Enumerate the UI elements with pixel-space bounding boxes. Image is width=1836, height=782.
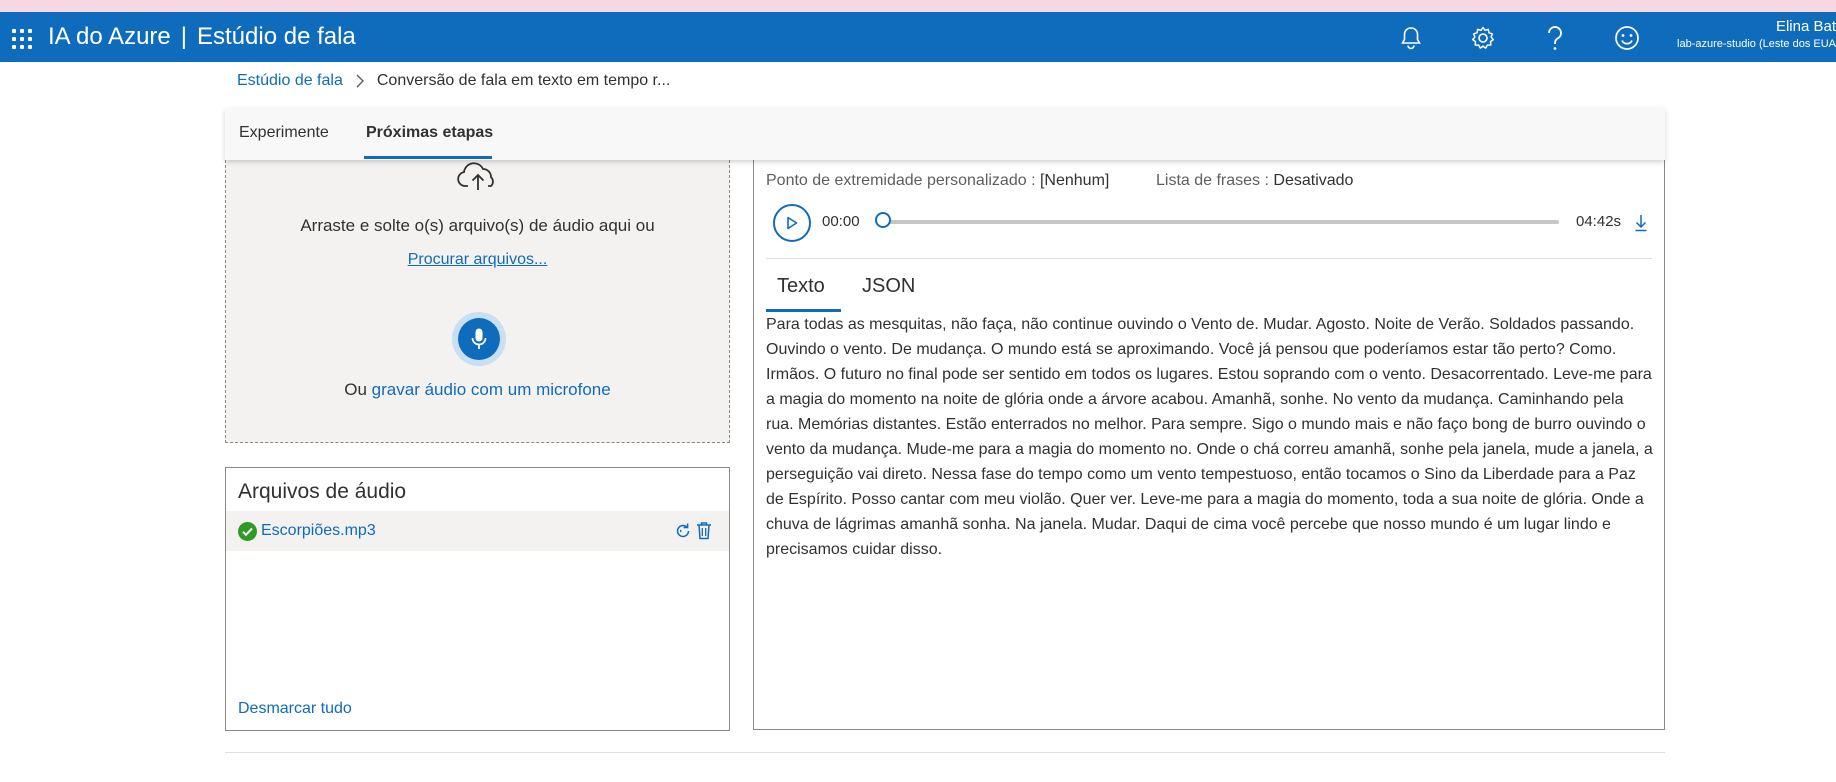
custom-endpoint-label: Ponto de extremidade personalizado : (766, 172, 1036, 189)
feedback-smiley-icon[interactable] (1612, 23, 1642, 53)
tab-proximas-etapas[interactable]: Próximas etapas (366, 124, 493, 142)
top-navigation-bar: IA do Azure | Estúdio de fala Elina Bat la… (0, 12, 1836, 62)
active-tab-indicator (364, 156, 492, 159)
divider (766, 258, 1652, 259)
user-name: Elina Bat (1775, 18, 1836, 35)
unselect-all-link[interactable]: Desmarcar tudo (238, 700, 352, 718)
cloud-upload-icon (456, 160, 500, 197)
audio-files-panel: Arquivos de áudio Escorpiões.mp3 Desmarc… (225, 467, 730, 731)
duration: 04:42s (1576, 213, 1622, 230)
brand-separator: | (180, 23, 187, 50)
transcript-text: Para todas as mesquitas, não faça, não c… (766, 316, 1653, 558)
current-time: 00:00 (822, 213, 860, 230)
reprocess-icon[interactable] (674, 522, 692, 540)
seek-thumb[interactable] (875, 212, 891, 228)
audio-drop-zone[interactable]: Arraste e solte o(s) arquivo(s) de áudio… (225, 150, 730, 443)
phrase-list-label: Lista de frases : (1156, 172, 1269, 189)
tab-json[interactable]: JSON (862, 275, 915, 298)
transcription-result-panel: Ponto de extremidade personalizado : [Ne… (753, 150, 1665, 730)
custom-endpoint-setting: Ponto de extremidade personalizado : [Ne… (766, 172, 1109, 190)
play-button[interactable] (773, 204, 811, 242)
record-audio-text: Ou gravar áudio com um microfone (226, 380, 729, 400)
success-check-icon (238, 522, 257, 541)
list-item[interactable]: Escorpiões.mp3 (226, 511, 729, 551)
download-icon[interactable] (1634, 214, 1648, 232)
breadcrumb: Estúdio de fala Conversão de fala em tex… (237, 72, 670, 90)
tab-texto[interactable]: Texto (777, 275, 825, 298)
record-audio-link[interactable]: gravar áudio com um microfone (372, 380, 611, 399)
gear-icon[interactable] (1468, 23, 1498, 53)
app-name: IA do Azure (48, 23, 171, 50)
record-prefix: Ou (344, 380, 372, 399)
custom-endpoint-value: [Nenhum] (1039, 172, 1110, 189)
delete-icon[interactable] (696, 521, 712, 540)
drop-hint-text: Arraste e solte o(s) arquivo(s) de áudio… (300, 216, 655, 235)
chevron-right-icon (356, 74, 364, 88)
tab-experimente[interactable]: Experimente (239, 124, 329, 142)
seek-bar[interactable] (879, 220, 1559, 224)
record-microphone-button[interactable] (452, 312, 506, 366)
audio-file-name[interactable]: Escorpiões.mp3 (261, 522, 376, 540)
audio-files-title: Arquivos de áudio (238, 480, 407, 503)
browser-top-strip (0, 0, 1836, 12)
phrase-list-value: Desativado (1273, 172, 1354, 189)
divider (225, 752, 1665, 753)
app-launcher-icon[interactable] (12, 29, 32, 49)
brand-title[interactable]: IA do Azure | Estúdio de fala (48, 23, 356, 51)
bell-icon[interactable] (1396, 23, 1426, 53)
breadcrumb-current: Conversão de fala em texto em tempo r... (376, 72, 671, 89)
user-tenant: lab-azure-studio (Leste dos EUA (1677, 38, 1836, 50)
microphone-icon (471, 328, 487, 349)
help-icon[interactable] (1540, 23, 1570, 53)
phrase-list-setting: Lista de frases : Desativado (1156, 172, 1353, 190)
play-icon (787, 216, 798, 230)
product-name: Estúdio de fala (197, 23, 356, 50)
account-menu[interactable]: Elina Bat lab-azure-studio (Leste dos EU… (1672, 18, 1836, 52)
breadcrumb-root-link[interactable]: Estúdio de fala (237, 72, 343, 90)
browse-files-link[interactable]: Procurar arquivos... (226, 251, 729, 269)
page-tabs: Experimente Próximas etapas (225, 108, 1665, 160)
